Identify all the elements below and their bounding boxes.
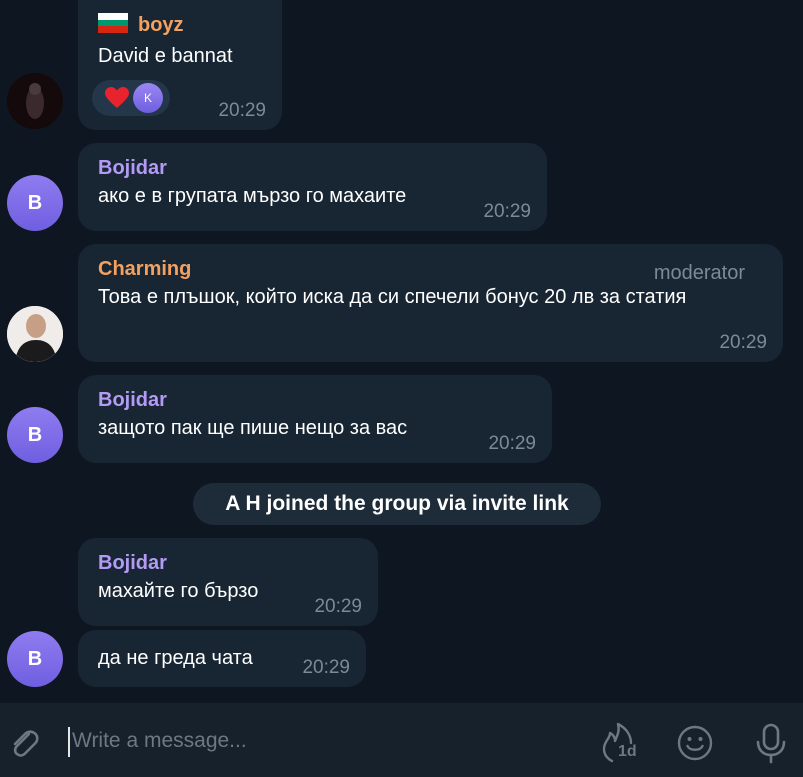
self-destruct-timer-button[interactable]: 1d <box>598 721 644 765</box>
message-time: 20:29 <box>314 596 362 617</box>
message-bubble[interactable]: да не греда чата 20:29 <box>78 630 366 687</box>
message-bubble[interactable]: Charming moderator Това е плъшок, който … <box>78 244 783 362</box>
message-time: 20:29 <box>719 332 767 353</box>
message-time: 20:29 <box>302 657 350 678</box>
attach-button[interactable] <box>6 725 42 761</box>
avatar-boyz[interactable] <box>7 73 63 129</box>
message-time: 20:29 <box>483 201 531 222</box>
emoji-button[interactable] <box>675 723 715 763</box>
avatar-photo <box>7 306 63 362</box>
text-caret <box>68 727 70 757</box>
smiley-icon <box>677 725 713 761</box>
message-composer: Write a message... 1d <box>0 703 803 777</box>
reaction-chip[interactable]: K <box>92 80 170 116</box>
sender-name[interactable]: boyz <box>98 12 184 38</box>
avatar-charming[interactable] <box>7 306 63 362</box>
avatar-photo <box>7 73 63 129</box>
sender-name[interactable]: Bojidar <box>98 550 358 576</box>
microphone-icon <box>756 723 786 764</box>
service-message: A H joined the group via invite link <box>193 483 601 525</box>
message-bubble[interactable]: Bojidar защото пак ще пише нещо за вас 2… <box>78 375 552 463</box>
message-text: Това е плъшок, който иска да си спечели … <box>98 286 687 308</box>
sender-name[interactable]: Bojidar <box>98 387 532 413</box>
heart-icon <box>105 87 129 108</box>
message-time: 20:29 <box>488 433 536 454</box>
message-time: 20:29 <box>218 100 266 121</box>
timer-label: 1d <box>618 743 637 760</box>
message-text: David e bannat <box>98 45 233 67</box>
message-bubble[interactable]: Bojidar махайте го бързо 20:29 <box>78 538 378 626</box>
voice-message-button[interactable] <box>751 721 791 765</box>
message-bubble[interactable]: Bojidar ако е в групата мързо го махаите… <box>78 143 547 231</box>
message-text: защото пак ще пише нещо за вас <box>98 417 408 439</box>
chat-history: boyz David e bannat K 20:29 B Bojidar ак… <box>0 0 803 703</box>
message-input[interactable]: Write a message... <box>72 723 572 759</box>
sender-label: boyz <box>138 14 184 36</box>
member-role-badge: moderator <box>653 262 745 284</box>
paperclip-icon <box>13 730 39 757</box>
sender-name[interactable]: Bojidar <box>98 155 527 181</box>
message-bubble[interactable]: boyz David e bannat K 20:29 <box>78 0 282 130</box>
avatar-bojidar[interactable]: B <box>7 631 63 687</box>
message-text: ако е в групата мързо го махаите <box>98 185 407 207</box>
avatar-bojidar[interactable]: B <box>7 407 63 463</box>
bulgaria-flag-icon <box>98 13 128 33</box>
avatar-bojidar[interactable]: B <box>7 175 63 231</box>
reaction-user-avatar: K <box>133 83 163 113</box>
